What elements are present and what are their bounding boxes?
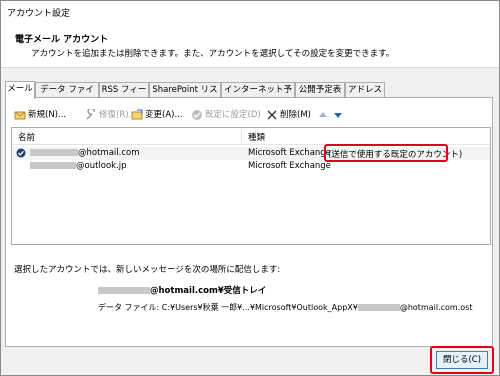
new-account-icon <box>14 109 26 121</box>
column-separator <box>241 129 242 143</box>
new-button-label: 新規(N)... <box>28 110 67 120</box>
arrow-down-icon <box>334 112 342 118</box>
wrench-icon <box>85 106 97 121</box>
set-default-button-label: 既定に設定(D) <box>205 110 261 120</box>
redacted-username <box>357 304 400 311</box>
account-type: Microsoft Exchange <box>248 148 331 158</box>
checkmark-circle-icon <box>191 109 203 121</box>
change-account-icon <box>131 109 143 121</box>
toolbar: 新規(N)... 修復(R)... 変更(A)... 既定に設定(D) 削除(M… <box>10 106 490 123</box>
highlight-close-button <box>430 346 494 374</box>
tab-bar: メール データ ファイル RSS フィード SharePoint リスト インタ… <box>5 81 493 110</box>
header-subtitle: アカウントを追加または削除できます。また、アカウントを選択してその設定を変更でき… <box>31 49 395 59</box>
change-button-label: 変更(A)... <box>145 110 183 120</box>
change-button[interactable]: 変更(A)... <box>131 107 183 123</box>
data-file-suffix: @hotmail.com.ost <box>399 303 473 312</box>
delete-button[interactable]: 削除(M) <box>266 107 311 123</box>
delete-x-icon <box>266 109 278 121</box>
column-header-type[interactable]: 種類 <box>248 131 265 143</box>
move-down-button[interactable] <box>333 107 343 123</box>
set-default-button[interactable]: 既定に設定(D) <box>191 107 261 123</box>
tab-published-calendars[interactable]: 公開予定表 <box>295 82 345 98</box>
redacted-username <box>30 162 76 169</box>
arrow-up-icon <box>319 111 327 117</box>
new-button[interactable]: 新規(N)... <box>14 107 66 123</box>
header-title: 電子メール アカウント <box>15 35 109 45</box>
account-name-cell: @outlook.jp <box>30 161 127 171</box>
account-type: Microsoft Exchange <box>248 161 331 171</box>
tab-sharepoint-lists[interactable]: SharePoint リスト <box>149 82 221 110</box>
account-name-cell: @hotmail.com <box>30 148 140 158</box>
window-title: アカウント設定 <box>7 9 71 19</box>
data-file-path: データ ファイル: C:¥Users¥秋葉 一郎¥...¥Microsoft¥O… <box>98 302 472 313</box>
delivery-folder: @hotmail.com¥受信トレイ <box>98 284 266 296</box>
move-up-button[interactable] <box>318 107 328 123</box>
column-header-name[interactable]: 名前 <box>18 131 35 143</box>
account-name: @hotmail.com <box>78 148 140 158</box>
header-area: 電子メール アカウント アカウントを追加または削除できます。また、アカウントを選… <box>1 23 499 68</box>
tab-rss-feeds[interactable]: RSS フィード <box>99 82 149 110</box>
title-bar: アカウント設定 <box>1 1 499 23</box>
redacted-username <box>98 287 150 294</box>
repair-button[interactable]: 修復(R)... <box>85 106 137 123</box>
redacted-username <box>30 149 78 156</box>
tab-mail[interactable]: メール <box>5 81 35 99</box>
delete-button-label: 削除(M) <box>280 110 311 120</box>
delivery-folder-text: @hotmail.com¥受信トレイ <box>150 286 267 296</box>
delivery-label: 選択したアカウントでは、新しいメッセージを次の場所に配信します: <box>14 265 281 275</box>
account-name: @outlook.jp <box>76 161 127 171</box>
tab-internet-calendars[interactable]: インターネット予定表 <box>221 82 295 110</box>
data-file-prefix: データ ファイル: C:¥Users¥秋葉 一郎¥...¥Microsoft¥O… <box>98 303 358 312</box>
highlight-default-note <box>324 144 448 162</box>
tab-address-books[interactable]: アドレス帳 <box>345 82 385 110</box>
tab-data-files[interactable]: データ ファイル <box>35 82 99 110</box>
